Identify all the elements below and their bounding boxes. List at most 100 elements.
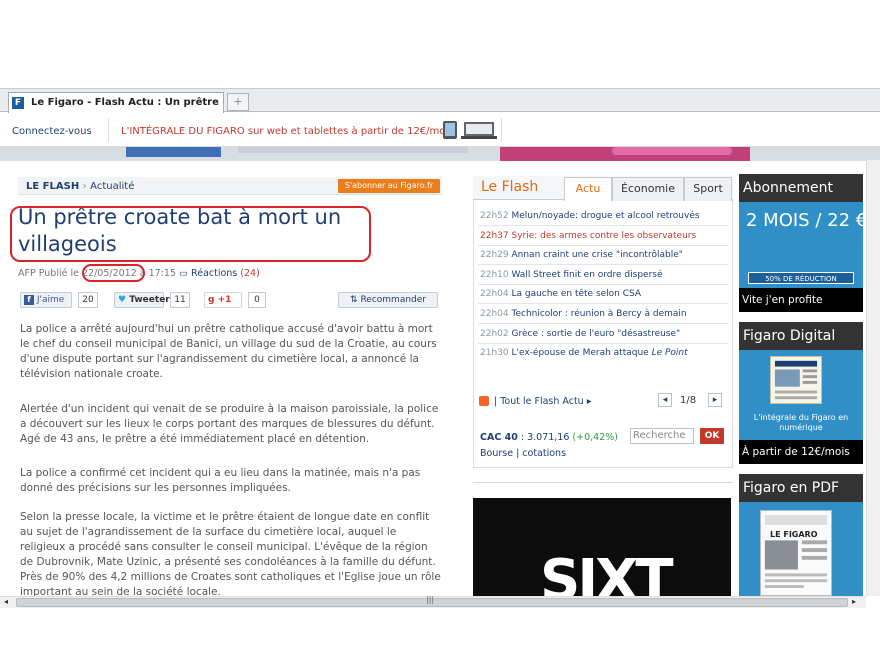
date-highlight-circle (82, 264, 145, 282)
flash-news-text: Annan craint une crise "incontrôlable" (511, 250, 683, 261)
tweet-label: Tweeter (129, 295, 170, 305)
article-paragraph: La police a confirmé cet incident qui a … (20, 467, 421, 494)
flash-news-item[interactable]: 21h30 L'ex-épouse de Merah attaque Le Po… (480, 347, 726, 359)
recommend-label: Recommander (360, 295, 426, 305)
cac40-label: CAC 40 (480, 432, 518, 443)
flash-news-item[interactable]: 22h04 La gauche en tête selon CSA (480, 288, 726, 300)
discount-badge: 50% DE RÉDUCTION (748, 272, 854, 284)
google-plus-button[interactable]: g +1 (204, 292, 242, 308)
all-flash-link[interactable]: | Tout le Flash Actu ▸ (494, 396, 592, 407)
flash-news-time: 22h10 (480, 269, 509, 280)
article-paragraph: La police a arrêté aujourd'hui un prêtre… (20, 323, 437, 380)
share-icon: ⇅ (350, 295, 358, 305)
facebook-like-count: 20 (78, 292, 98, 308)
scroll-left-arrow-icon[interactable]: ◂ (4, 597, 8, 606)
cac40-quote: CAC 40 : 3.071,16 (+0,42%) (480, 432, 618, 443)
newspaper-tablet-icon (770, 356, 822, 404)
divider (108, 118, 109, 142)
breadcrumb-separator: › (82, 181, 87, 192)
flash-news-text: Melun/noyade: drogue et alcool retrouvés (511, 211, 700, 221)
flash-news-time: 22h04 (480, 289, 509, 300)
flash-news-text: Syrie: des armes contre les observateurs (511, 230, 697, 241)
google-plus-label: +1 (217, 295, 232, 305)
scroll-right-arrow-icon[interactable]: ▸ (852, 597, 856, 606)
figaro-digital-text: L'intégrale du Figaro en numérique (753, 413, 849, 432)
facebook-icon: f (24, 294, 34, 305)
reactions-count[interactable]: (24) (240, 268, 260, 279)
flash-news-text: L'ex-épouse de Merah attaque (511, 348, 652, 359)
cac40-change: (+0,42%) (572, 432, 618, 443)
reactions-link[interactable]: Réactions (191, 268, 237, 279)
pdf-masthead: LE FIGARO (770, 530, 818, 539)
facebook-like-label: J'aime (36, 295, 65, 305)
flash-news-text: Grèce : sortie de l'euro "désastreuse" (511, 328, 681, 339)
login-link[interactable]: Connectez-vous (12, 126, 92, 137)
headline-highlight-circle (10, 206, 371, 262)
next-page-button[interactable]: ▸ (708, 393, 722, 407)
abonnement-header: Abonnement (739, 174, 863, 202)
byline-prefix: AFP Publié le (18, 268, 79, 279)
divider (473, 482, 733, 483)
bourse-links[interactable]: Bourse | cotations (480, 448, 566, 459)
flash-news-emphasis: Le Point (651, 348, 688, 359)
flash-news-divider (478, 342, 728, 344)
flash-news-item[interactable]: 22h04 Technicolor : réunion à Bercy à de… (480, 308, 726, 320)
google-plus-icon: g (208, 295, 215, 305)
article-paragraph: Alertée d'un incident qui venait de se p… (20, 403, 439, 445)
tab-economie[interactable]: Économie (612, 177, 684, 201)
google-plus-count: 0 (248, 292, 266, 308)
figaro-pdf-header: Figaro en PDF (739, 474, 863, 502)
flash-news-divider (478, 323, 728, 324)
quote-search-ok-button[interactable]: OK (700, 428, 724, 444)
flash-news-item[interactable]: 22h37 Syrie: des armes contre les observ… (480, 230, 726, 242)
breadcrumb-sub-link[interactable]: Actualité (90, 181, 134, 192)
flash-news-time: 22h37 (480, 230, 509, 241)
divider (501, 118, 502, 142)
figaro-digital-cta[interactable]: À partir de 12€/mois (739, 440, 863, 464)
figaro-digital-header: Figaro Digital (739, 322, 863, 350)
breadcrumb-section-link[interactable]: LE FLASH (26, 181, 79, 192)
flash-news-time: 22h02 (480, 328, 509, 339)
flash-news-time: 22h29 (480, 250, 509, 261)
quote-search-input[interactable]: Recherche (630, 428, 694, 444)
flash-news-item[interactable]: 22h29 Annan craint une crise "incontrôla… (480, 249, 726, 261)
figaro-favicon-icon: F (12, 97, 24, 109)
flash-news-divider (478, 244, 728, 246)
flash-news-divider (478, 225, 728, 226)
scroll-grip-icon: ||| (426, 595, 435, 604)
breadcrumb: LE FLASH › Actualité (26, 181, 134, 192)
flash-news-time: 21h30 (480, 348, 509, 359)
previous-page-button[interactable]: ◂ (658, 393, 672, 407)
tweet-count: 11 (170, 292, 190, 308)
flash-news-item[interactable]: 22h02 Grèce : sortie de l'euro "désastre… (480, 328, 726, 340)
article-paragraph: Selon la presse locale, la victime et le… (20, 511, 441, 596)
tab-sport[interactable]: Sport (684, 177, 732, 201)
vertical-scrollbar[interactable] (866, 160, 880, 596)
recommend-button[interactable]: ⇅ Recommander (338, 292, 438, 308)
flash-news-divider (478, 264, 728, 266)
flash-news-divider (478, 283, 728, 285)
flash-news-time: 22h52 (480, 211, 509, 221)
browser-tab[interactable]: Le Figaro - Flash Actu : Un prêtre cro..… (8, 92, 224, 113)
twitter-bird-icon: ♥ (118, 295, 127, 305)
flash-news-text: Technicolor : réunion à Bercy à demain (511, 309, 687, 319)
new-tab-button[interactable]: + (227, 93, 249, 111)
abonnement-price: 2 MOIS / 22 € (746, 210, 868, 231)
flash-news-text: La gauche en tête selon CSA (511, 289, 642, 300)
publish-time: à 17:15 (139, 268, 176, 279)
tweet-button[interactable]: ♥ Tweeter (114, 292, 170, 308)
comment-icon: ▭ (179, 268, 189, 279)
cac40-value: : 3.071,16 (520, 432, 570, 443)
flash-news-item[interactable]: 22h10 Wall Street finit en ordre dispers… (480, 269, 726, 281)
abonnement-cta[interactable]: Vite j'en profite (739, 288, 863, 312)
page-indicator: 1/8 (680, 395, 697, 406)
flash-title: Le Flash (481, 179, 539, 195)
subscribe-button[interactable]: S'abonner au Figaro.fr (338, 179, 440, 193)
flash-news-time: 22h04 (480, 309, 509, 319)
banner-ad-strip[interactable] (0, 147, 880, 161)
tab-actu[interactable]: Actu (564, 177, 612, 201)
subscription-promo-link[interactable]: L'INTÉGRALE DU FIGARO sur web et tablett… (121, 126, 453, 137)
rss-icon[interactable] (479, 396, 489, 406)
flash-news-item[interactable]: 22h52 Melun/noyade: drogue et alcool ret… (480, 210, 726, 222)
facebook-like-button[interactable]: f J'aime (20, 292, 72, 308)
